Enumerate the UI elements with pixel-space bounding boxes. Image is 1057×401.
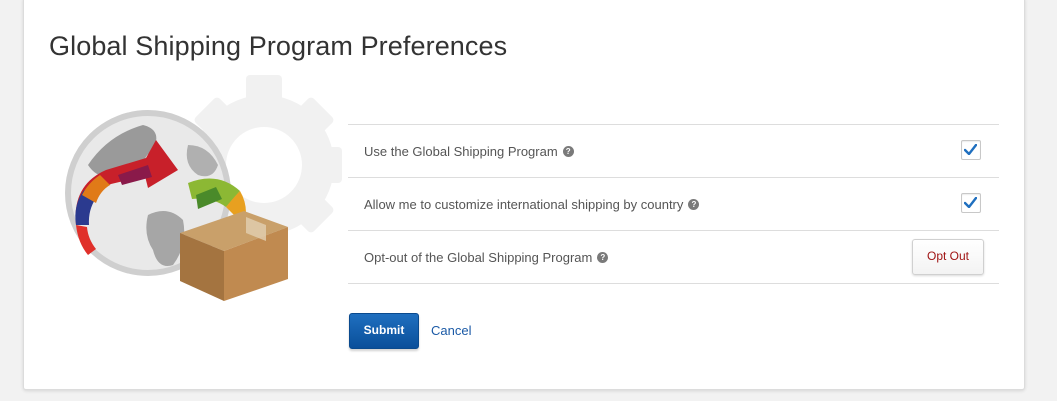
use-gsp-checkbox[interactable] [961,140,981,160]
cancel-link[interactable]: Cancel [431,323,471,338]
help-question-icon[interactable]: ? [688,198,700,210]
checkmark-icon [964,144,977,155]
preference-label: Use the Global Shipping Program ? [348,144,574,159]
preferences-card: Global Shipping Program Preferences Use … [23,0,1025,390]
help-question-icon[interactable]: ? [562,145,574,157]
preference-row-use-gsp: Use the Global Shipping Program ? [348,124,999,177]
opt-out-button[interactable]: Opt Out [912,239,984,275]
preference-row-customize-by-country: Allow me to customize international ship… [348,177,999,230]
preference-label: Opt-out of the Global Shipping Program ? [348,250,609,265]
help-question-icon[interactable]: ? [597,251,609,263]
page-title: Global Shipping Program Preferences [49,31,508,61]
global-shipping-illustration [65,75,342,301]
customize-by-country-checkbox[interactable] [961,193,981,213]
preference-row-opt-out: Opt-out of the Global Shipping Program ?… [348,230,999,284]
preferences-list: Use the Global Shipping Program ? Allow … [348,124,999,284]
preference-label: Allow me to customize international ship… [348,197,700,212]
submit-button[interactable]: Submit [349,313,419,349]
checkmark-icon [964,197,977,208]
